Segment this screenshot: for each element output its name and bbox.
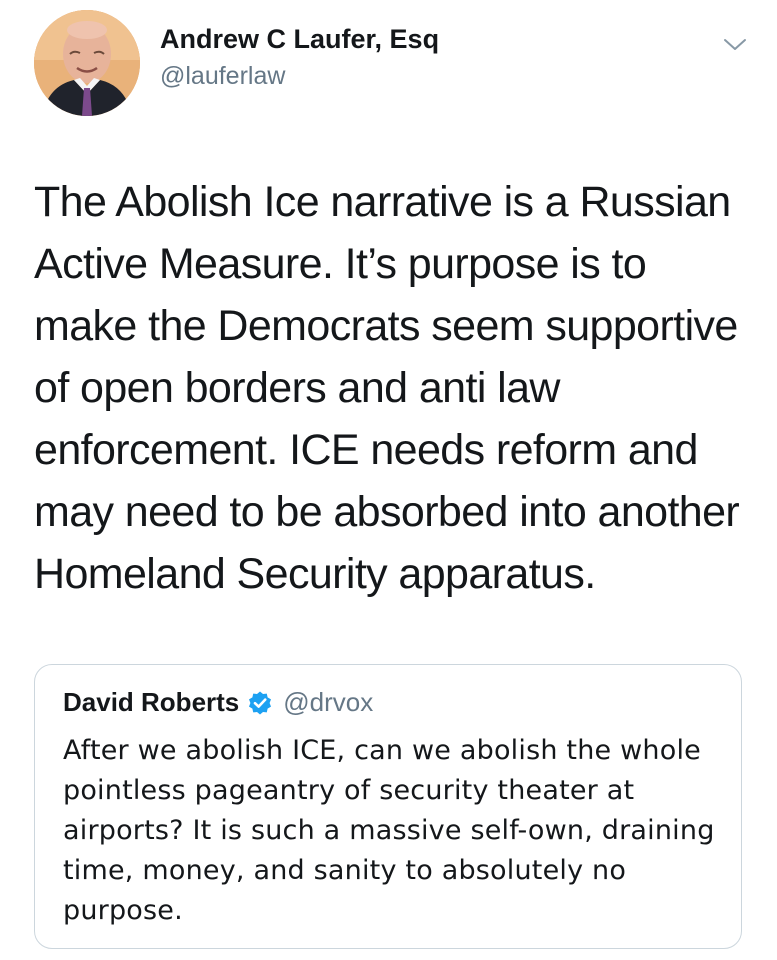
tweet-text: The Abolish Ice narrative is a Russian A… <box>34 178 740 598</box>
verified-badge-icon <box>249 691 272 714</box>
avatar-photo-icon <box>34 10 140 116</box>
quoted-author-handle: @drvox <box>283 687 374 717</box>
quoted-author-name: David Roberts <box>63 687 240 717</box>
tweet: Andrew C Laufer, Esq @lauferlaw The Abol… <box>0 0 777 960</box>
quoted-tweet-header: David Roberts @drvox <box>63 687 373 718</box>
chevron-down-icon[interactable] <box>718 32 752 56</box>
author-handle[interactable]: @lauferlaw <box>160 62 285 91</box>
quoted-tweet-text: After we abolish ICE, can we abolish the… <box>63 735 715 926</box>
quoted-tweet-card[interactable]: David Roberts @drvox After we abolish IC… <box>34 664 742 949</box>
author-avatar[interactable] <box>34 10 140 116</box>
author-display-name[interactable]: Andrew C Laufer, Esq <box>160 24 439 55</box>
